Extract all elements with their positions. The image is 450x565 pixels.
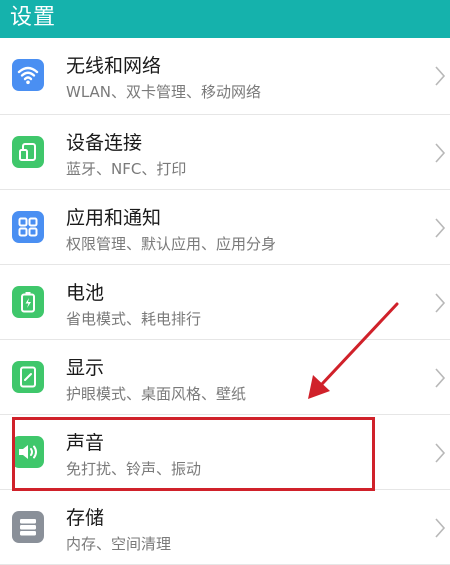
settings-item-title: 存储 (66, 507, 105, 529)
settings-item-subtitle: 蓝牙、NFC、打印 (66, 160, 187, 178)
storage-icon (12, 511, 44, 543)
app-bar: 设置 (0, 0, 450, 38)
chevron-right-icon (435, 66, 446, 86)
chevron-right-icon (435, 368, 446, 388)
settings-item-wireless-network[interactable]: 无线和网络 WLAN、双卡管理、移动网络 (0, 38, 450, 115)
settings-item-subtitle: 内存、空间清理 (66, 535, 172, 553)
settings-item-title: 应用和通知 (66, 207, 162, 229)
settings-item-apps-notifications[interactable]: 应用和通知 权限管理、默认应用、应用分身 (0, 190, 450, 265)
highlight-box (12, 417, 375, 491)
settings-item-subtitle: 省电模式、耗电排行 (66, 310, 202, 328)
settings-item-display[interactable]: 显示 护眼模式、桌面风格、壁纸 (0, 340, 450, 415)
settings-item-subtitle: 权限管理、默认应用、应用分身 (66, 235, 277, 253)
chevron-right-icon (435, 293, 446, 313)
chevron-right-icon (435, 218, 446, 238)
display-icon (12, 361, 44, 393)
chevron-right-icon (435, 443, 446, 463)
wifi-icon (12, 59, 44, 91)
settings-item-title: 显示 (66, 357, 105, 379)
settings-item-title: 电池 (66, 282, 105, 304)
apps-grid-icon (12, 211, 44, 243)
chevron-right-icon (435, 518, 446, 538)
page-title: 设置 (10, 5, 57, 30)
settings-item-device-connection[interactable]: 设备连接 蓝牙、NFC、打印 (0, 115, 450, 190)
settings-item-subtitle: 护眼模式、桌面风格、壁纸 (66, 385, 247, 403)
settings-item-storage[interactable]: 存储 内存、空间清理 (0, 490, 450, 565)
battery-icon (12, 286, 44, 318)
settings-item-battery[interactable]: 电池 省电模式、耗电排行 (0, 265, 450, 340)
device-connect-icon (12, 136, 44, 168)
settings-item-title: 无线和网络 (66, 55, 162, 77)
chevron-right-icon (435, 143, 446, 163)
settings-item-title: 设备连接 (66, 132, 143, 154)
settings-item-subtitle: WLAN、双卡管理、移动网络 (66, 83, 262, 101)
